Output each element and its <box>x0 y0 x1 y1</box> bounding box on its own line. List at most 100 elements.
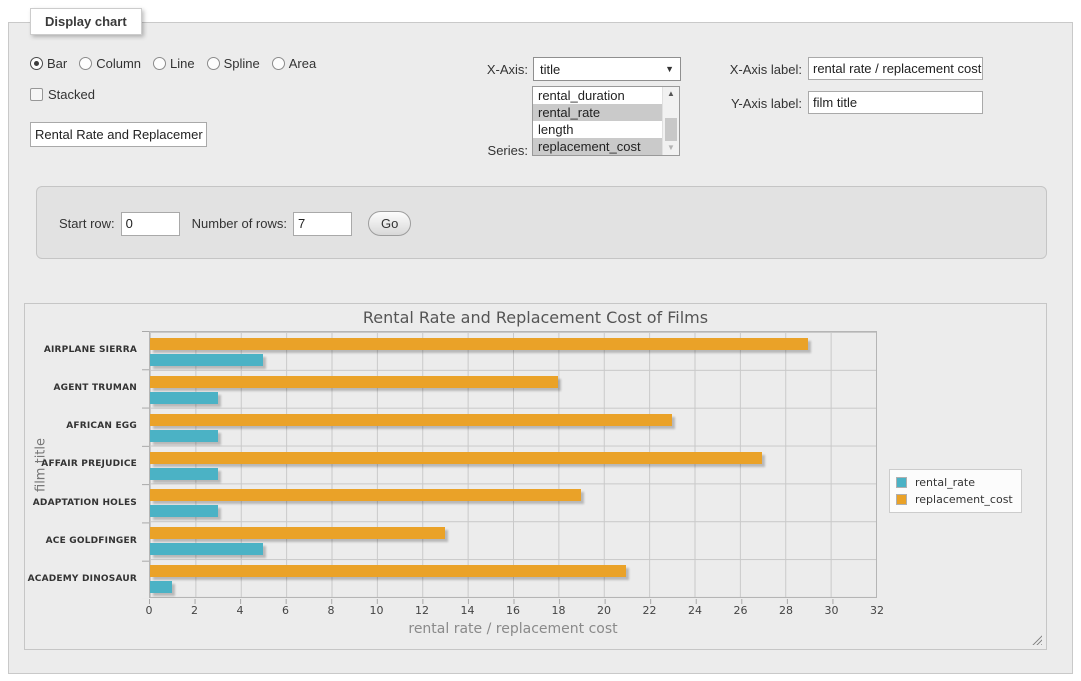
bar-rental_rate <box>150 581 172 593</box>
category-label: ACADEMY DINOSAUR <box>25 560 137 598</box>
series-option-rental_duration[interactable]: rental_duration <box>533 87 662 104</box>
legend-swatch-icon <box>896 477 907 488</box>
y-axis-ticks <box>142 331 149 599</box>
bar-rental_rate <box>150 505 218 517</box>
stacked-checkbox-row: Stacked <box>30 87 95 102</box>
y-axis-label-input[interactable]: film title <box>808 91 983 114</box>
x-tick-label: 4 <box>237 604 244 617</box>
x-tick-label: 24 <box>688 604 702 617</box>
x-tick-label: 32 <box>870 604 884 617</box>
bar-rental_rate <box>150 430 218 442</box>
x-tick-label: 16 <box>506 604 520 617</box>
bar-replacement_cost <box>150 452 762 464</box>
series-list-label: Series: <box>450 143 528 158</box>
chart-type-radio-spline[interactable]: Spline <box>207 56 260 71</box>
x-axis-tick-labels: 02468101214161820222426283032 <box>149 604 877 618</box>
chart-x-axis-title: rental rate / replacement cost <box>149 621 877 637</box>
plot-band-ace-goldfinger <box>150 521 876 559</box>
number-of-rows-label: Number of rows: <box>192 216 287 231</box>
category-label: ADAPTATION HOLES <box>25 484 137 522</box>
bar-rental_rate <box>150 468 218 480</box>
category-label: AFFAIR PREJUDICE <box>25 445 137 483</box>
x-tick-label: 6 <box>282 604 289 617</box>
chart-type-radio-area[interactable]: Area <box>272 56 316 71</box>
bar-replacement_cost <box>150 338 808 350</box>
x-tick-label: 10 <box>370 604 384 617</box>
category-label: AFRICAN EGG <box>25 407 137 445</box>
chart-type-radio-line[interactable]: Line <box>153 56 195 71</box>
bar-rental_rate <box>150 543 263 555</box>
scroll-up-icon[interactable]: ▲ <box>663 87 679 101</box>
x-tick-label: 30 <box>825 604 839 617</box>
radio-label: Line <box>170 56 195 71</box>
x-axis-label-field-label: X-Axis label: <box>690 62 802 77</box>
bar-replacement_cost <box>150 376 558 388</box>
series-option-rental_rate[interactable]: rental_rate <box>533 104 662 121</box>
bar-replacement_cost <box>150 565 626 577</box>
series-option-length[interactable]: length <box>533 121 662 138</box>
series-scrollbar[interactable]: ▲ ▼ <box>662 87 679 155</box>
y-axis-label-field-label: Y-Axis label: <box>690 96 802 111</box>
go-button[interactable]: Go <box>368 211 411 236</box>
x-tick-label: 26 <box>734 604 748 617</box>
x-axis-select-label: X-Axis: <box>450 62 528 77</box>
chart-title: Rental Rate and Replacement Cost of Film… <box>25 308 1046 327</box>
series-listbox[interactable]: rental_durationrental_ratelengthreplacem… <box>532 86 680 156</box>
stacked-checkbox[interactable] <box>30 88 43 101</box>
radio-label: Spline <box>224 56 260 71</box>
bar-replacement_cost <box>150 527 445 539</box>
x-tick-label: 0 <box>146 604 153 617</box>
bar-replacement_cost <box>150 414 672 426</box>
radio-icon[interactable] <box>153 57 166 70</box>
x-tick-label: 2 <box>191 604 198 617</box>
bar-rental_rate <box>150 354 263 366</box>
legend-row-rental_rate: rental_rate <box>896 474 1013 491</box>
series-options: rental_durationrental_ratelengthreplacem… <box>533 87 662 155</box>
scroll-down-icon[interactable]: ▼ <box>663 141 679 155</box>
radio-icon[interactable] <box>79 57 92 70</box>
plot-band-airplane-sierra <box>150 332 876 370</box>
number-of-rows-input[interactable]: 7 <box>293 212 352 236</box>
chart-title-input[interactable]: Rental Rate and Replacemer <box>30 122 207 147</box>
x-axis-selected-value: title <box>540 62 560 77</box>
chart-type-radio-column[interactable]: Column <box>79 56 141 71</box>
chart-type-radio-group: Bar Column Line Spline Area <box>30 56 316 71</box>
bar-replacement_cost <box>150 489 581 501</box>
category-label: AIRPLANE SIERRA <box>25 331 137 369</box>
category-label: AGENT TRUMAN <box>25 369 137 407</box>
x-tick-label: 14 <box>461 604 475 617</box>
legend-label: replacement_cost <box>915 493 1013 506</box>
plot-band-affair-prejudice <box>150 446 876 484</box>
legend-label: rental_rate <box>915 476 975 489</box>
start-row-label: Start row: <box>59 216 115 231</box>
start-row-input[interactable]: 0 <box>121 212 180 236</box>
plot-band-academy-dinosaur <box>150 559 876 597</box>
scrollbar-thumb[interactable] <box>665 118 677 141</box>
radio-label: Column <box>96 56 141 71</box>
x-axis-select[interactable]: title ▼ <box>533 57 681 81</box>
x-tick-label: 22 <box>643 604 657 617</box>
plot-band-adaptation-holes <box>150 483 876 521</box>
legend-swatch-icon <box>896 494 907 505</box>
series-option-replacement_cost[interactable]: replacement_cost <box>533 138 662 155</box>
radio-label: Bar <box>47 56 67 71</box>
chart-panel: Rental Rate and Replacement Cost of Film… <box>24 303 1047 650</box>
chart-legend: rental_rate replacement_cost <box>889 469 1022 513</box>
radio-icon[interactable] <box>30 57 43 70</box>
radio-label: Area <box>289 56 316 71</box>
chart-type-radio-bar[interactable]: Bar <box>30 56 67 71</box>
x-tick-label: 8 <box>328 604 335 617</box>
row-range-panel: Start row: 0 Number of rows: 7 Go <box>36 186 1047 259</box>
x-tick-label: 18 <box>552 604 566 617</box>
x-tick-label: 28 <box>779 604 793 617</box>
radio-icon[interactable] <box>207 57 220 70</box>
bar-rental_rate <box>150 392 218 404</box>
x-axis-label-input[interactable]: rental rate / replacement cost <box>808 57 983 80</box>
category-label: ACE GOLDFINGER <box>25 522 137 560</box>
radio-icon[interactable] <box>272 57 285 70</box>
resize-handle-icon[interactable] <box>1031 634 1042 645</box>
plot-band-african-egg <box>150 408 876 446</box>
y-axis-category-labels: AIRPLANE SIERRAAGENT TRUMANAFRICAN EGGAF… <box>25 331 137 598</box>
legend-row-replacement_cost: replacement_cost <box>896 491 1013 508</box>
plot-band-agent-truman <box>150 370 876 408</box>
